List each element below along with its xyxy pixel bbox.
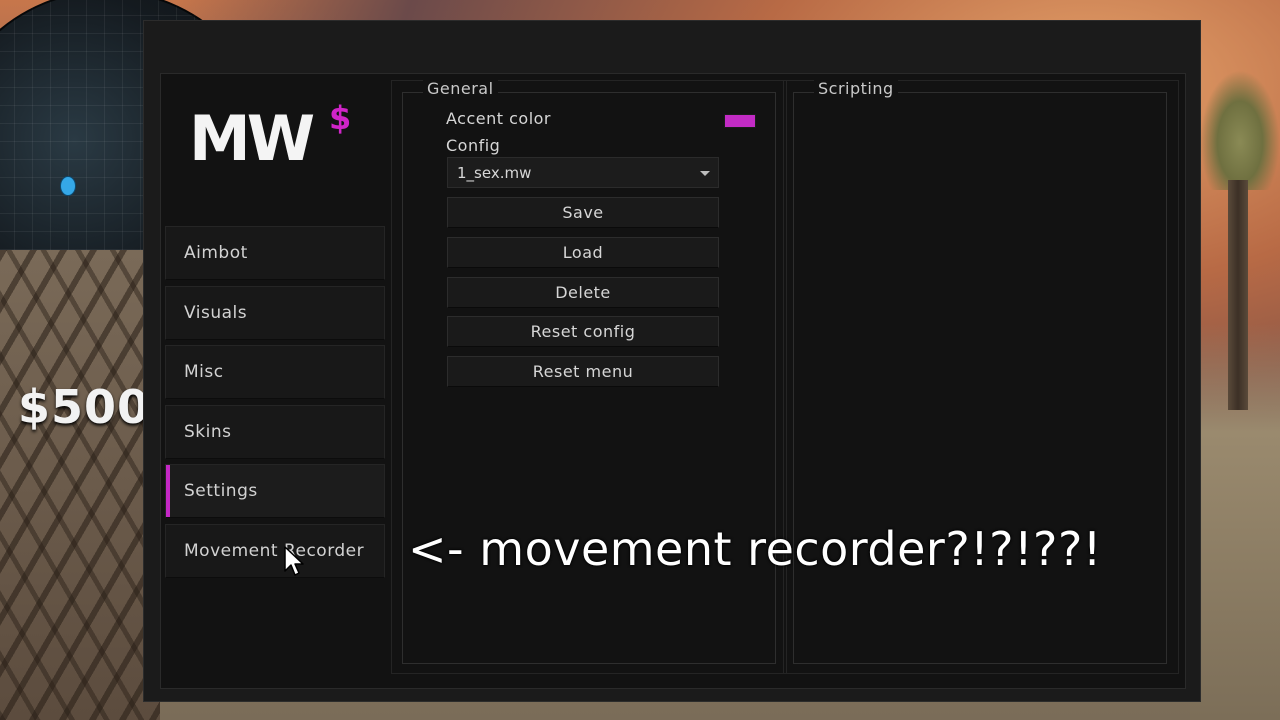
config-label: Config xyxy=(446,136,501,155)
load-button-label: Load xyxy=(562,243,604,262)
reset-config-button[interactable]: Reset config xyxy=(447,316,719,347)
overlay-caption: <- movement recorder?!?!??! xyxy=(408,522,1102,576)
save-button-label: Save xyxy=(562,203,604,222)
sidebar-item-label: Visuals xyxy=(184,303,248,323)
player-marker-icon xyxy=(60,176,76,196)
scripting-group-title: Scripting xyxy=(814,79,898,99)
sidebar-item-skins[interactable]: Skins xyxy=(165,405,385,459)
sidebar-item-misc[interactable]: Misc xyxy=(165,345,385,399)
accent-color-label: Accent color xyxy=(446,109,551,128)
mouse-cursor-icon xyxy=(284,546,304,576)
sidebar-item-visuals[interactable]: Visuals xyxy=(165,286,385,340)
delete-button[interactable]: Delete xyxy=(447,277,719,308)
sidebar-item-label: Misc xyxy=(184,362,224,382)
sidebar-item-label: Skins xyxy=(184,422,232,442)
save-button[interactable]: Save xyxy=(447,197,719,228)
money-counter: $500 xyxy=(18,380,151,434)
reset-menu-button[interactable]: Reset menu xyxy=(447,356,719,387)
logo-text: MW xyxy=(189,102,315,175)
delete-button-label: Delete xyxy=(555,283,611,302)
reset-menu-button-label: Reset menu xyxy=(532,362,634,381)
general-group-title: General xyxy=(423,79,498,99)
config-select[interactable]: 1_sex.mw xyxy=(447,157,719,188)
mw-logo: MW $ xyxy=(189,102,359,182)
load-button[interactable]: Load xyxy=(447,237,719,268)
chevron-down-icon xyxy=(700,171,710,176)
config-select-value: 1_sex.mw xyxy=(457,163,532,182)
background-wall xyxy=(0,250,160,720)
scripting-group: Scripting xyxy=(793,79,1167,664)
accent-color-picker[interactable] xyxy=(724,114,756,128)
sidebar-item-settings[interactable]: Settings xyxy=(165,464,385,518)
logo-dollar-mark: $ xyxy=(329,99,352,137)
sidebar-item-label: Settings xyxy=(184,481,258,501)
sidebar-item-movement-recorder[interactable]: Movement Recorder xyxy=(165,524,385,578)
background-pole xyxy=(1228,180,1248,410)
background-palm xyxy=(1200,70,1280,190)
sidebar-item-aimbot[interactable]: Aimbot xyxy=(165,226,385,280)
reset-config-button-label: Reset config xyxy=(530,322,636,341)
sidebar-item-label: Movement Recorder xyxy=(184,541,365,561)
sidebar-item-label: Aimbot xyxy=(184,243,248,263)
